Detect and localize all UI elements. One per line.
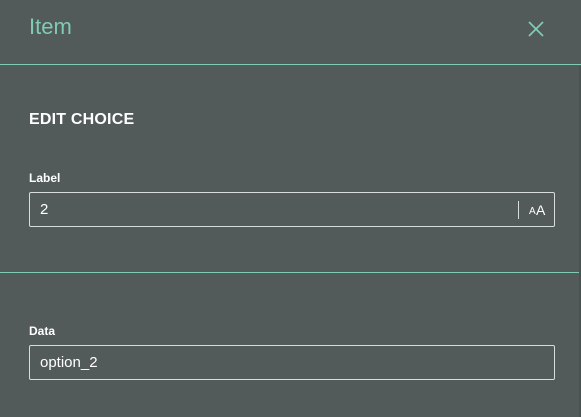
- label-field-caption: Label: [29, 171, 61, 185]
- panel-title: Item: [29, 14, 72, 39]
- label-input-value: 2: [40, 201, 49, 218]
- section-title: EDIT CHOICE: [29, 111, 135, 128]
- section-divider: [0, 272, 581, 273]
- input-divider: [518, 201, 519, 219]
- item-panel: Item EDIT CHOICE Label 2 AA Data option_…: [0, 0, 581, 417]
- label-input[interactable]: 2 AA: [29, 192, 555, 227]
- data-input[interactable]: option_2: [29, 345, 555, 380]
- close-icon: [528, 21, 544, 37]
- data-input-value: option_2: [40, 354, 98, 371]
- panel-header: Item: [0, 0, 581, 65]
- data-field-caption: Data: [29, 324, 56, 338]
- close-button[interactable]: [526, 19, 546, 39]
- text-size-button[interactable]: AA: [526, 199, 550, 221]
